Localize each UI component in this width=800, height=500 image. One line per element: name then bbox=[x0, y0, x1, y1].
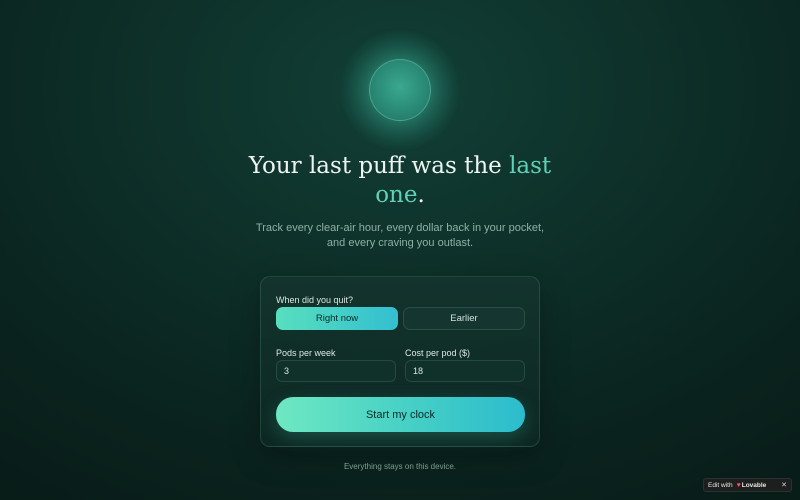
cost-per-pod-input[interactable]: 18 bbox=[405, 360, 525, 382]
quit-date-label: When did you quit? bbox=[276, 295, 354, 305]
option-right-now-button[interactable]: Right now bbox=[276, 307, 398, 330]
heart-icon: ♥ bbox=[736, 481, 741, 489]
option-earlier-button[interactable]: Earlier bbox=[403, 307, 525, 330]
badge-edit-text: Edit with bbox=[708, 481, 733, 489]
pods-per-week-input[interactable]: 3 bbox=[276, 360, 396, 382]
headline-accent-2: one bbox=[375, 182, 418, 208]
pods-per-week-label: Pods per week bbox=[276, 348, 336, 358]
edit-with-lovable-badge[interactable]: Edit with ♥ Lovable ✕ bbox=[703, 478, 792, 492]
subtitle-line-2: and every craving you outlast. bbox=[326, 237, 474, 249]
headline-end: . bbox=[417, 182, 425, 208]
hero-orb bbox=[369, 59, 431, 121]
subtitle-line-1: Track every clear-air hour, every dollar… bbox=[255, 222, 545, 234]
headline-main: Your last puff was the bbox=[248, 153, 510, 179]
close-icon[interactable]: ✕ bbox=[781, 481, 787, 489]
subtitle: Track every clear-air hour, every dollar… bbox=[250, 221, 550, 251]
badge-brand: Lovable bbox=[741, 481, 767, 489]
start-clock-button[interactable]: Start my clock bbox=[276, 397, 525, 432]
headline-accent-1: last bbox=[509, 153, 552, 179]
cost-per-pod-label: Cost per pod ($) bbox=[405, 348, 471, 358]
page-title: Your last puff was the last one. bbox=[240, 152, 560, 210]
privacy-note: Everything stays on this device. bbox=[343, 462, 457, 471]
quit-setup-card: When did you quit? Right now Earlier Pod… bbox=[260, 276, 540, 447]
